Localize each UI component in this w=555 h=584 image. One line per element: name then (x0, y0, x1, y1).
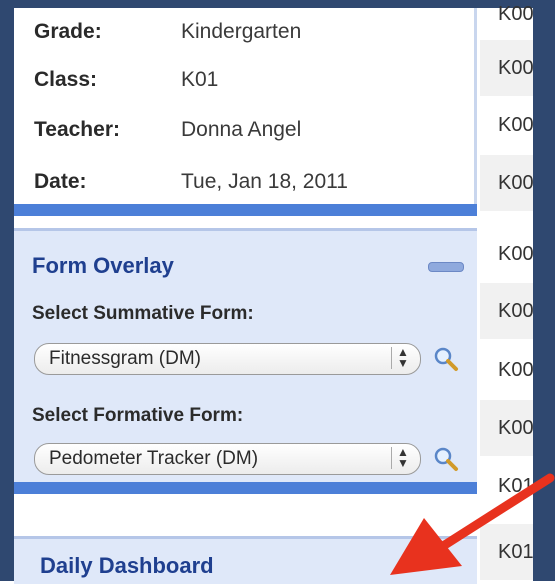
formative-form-value: Pedometer Tracker (DM) (49, 448, 259, 469)
summative-form-label: Select Summative Form: (32, 303, 254, 324)
date-label: Date: (34, 170, 87, 193)
date-value: Tue, Jan 18, 2011 (181, 170, 348, 193)
class-row: Class: K01 (34, 68, 218, 92)
select-arrows-icon: ▲ ▼ (391, 446, 414, 469)
teacher-label: Teacher: (34, 118, 120, 141)
date-row: Date: Tue, Jan 18, 2011 (34, 170, 348, 194)
list-item[interactable]: K00 (480, 0, 533, 42)
formative-form-label: Select Formative Form: (32, 405, 244, 426)
student-info-panel: Grade: Kindergarten Class: K01 Teacher: Don… (14, 8, 477, 204)
form-overlay-title[interactable]: Form Overlay (32, 253, 174, 279)
daily-dashboard-title[interactable]: Daily Dashboard (40, 553, 214, 579)
window-frame-left (0, 0, 14, 581)
formative-form-select[interactable]: Pedometer Tracker (DM) ▲ ▼ (34, 443, 421, 475)
annotation-arrow-icon (390, 473, 555, 575)
select-arrows-icon: ▲ ▼ (391, 346, 414, 369)
list-item[interactable]: K00 (480, 400, 533, 456)
list-item[interactable]: K00 (480, 40, 533, 96)
panel-separator (14, 204, 477, 216)
class-label: Class: (34, 68, 98, 91)
search-icon[interactable] (433, 346, 459, 372)
list-item[interactable]: K00 (480, 155, 533, 211)
class-value: K01 (181, 68, 219, 91)
window-frame-top (0, 0, 555, 8)
search-icon[interactable] (433, 446, 459, 472)
teacher-row: Teacher: Donna Angel (34, 118, 301, 142)
summative-form-select[interactable]: Fitnessgram (DM) ▲ ▼ (34, 343, 421, 375)
list-item[interactable]: K00 (480, 97, 533, 153)
collapse-button[interactable] (428, 262, 464, 272)
list-item[interactable]: K00 (480, 226, 533, 282)
teacher-value: Donna Angel (181, 118, 302, 141)
grade-label: Grade: (34, 20, 102, 43)
summative-form-value: Fitnessgram (DM) (49, 348, 202, 369)
grade-value: Kindergarten (181, 20, 302, 43)
grade-row: Grade: Kindergarten (34, 20, 301, 44)
list-item[interactable]: K00 (480, 342, 533, 398)
list-item[interactable]: K00 (480, 283, 533, 339)
form-overlay-panel: Form Overlay Select Summative Form: Fitn… (14, 228, 477, 485)
